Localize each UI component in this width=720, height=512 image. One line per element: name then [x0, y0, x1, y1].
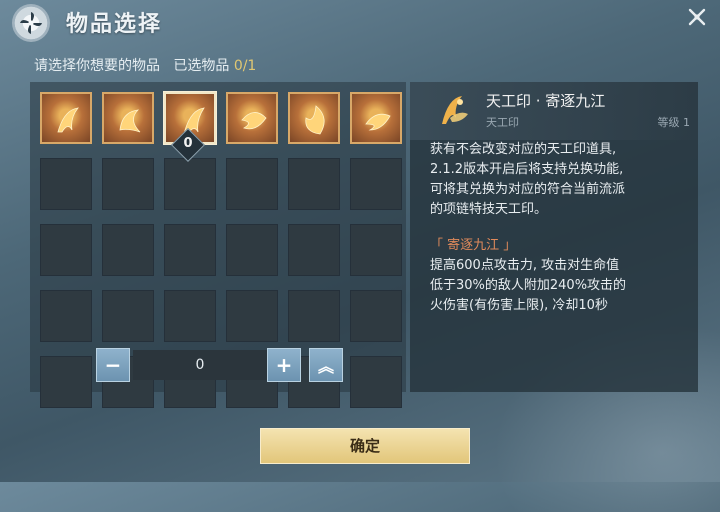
empty-slot[interactable]: [102, 290, 154, 342]
rune-item-1[interactable]: [40, 92, 92, 144]
empty-slot[interactable]: [164, 158, 216, 210]
empty-slot[interactable]: [226, 224, 278, 276]
rune-icon: [365, 113, 391, 131]
selected-count: 0/1: [233, 58, 257, 74]
increase-button[interactable]: +: [267, 348, 301, 382]
empty-slot[interactable]: [102, 224, 154, 276]
effect-line: 火伤害(有伤害上限), 冷却10秒: [430, 298, 608, 313]
double-chevron-up-icon: ︽: [317, 357, 334, 376]
empty-slot[interactable]: [40, 290, 92, 342]
selection-hint: 请选择你想要的物品 已选物品 0/1: [34, 55, 256, 75]
empty-slot[interactable]: [164, 290, 216, 342]
empty-slot[interactable]: [40, 158, 92, 210]
dialog-header: 物品选择: [0, 0, 720, 48]
rune-item-5[interactable]: [288, 92, 340, 144]
empty-slot[interactable]: [350, 224, 402, 276]
description-line: 2.1.2版本开启后将支持兑换功能,: [430, 162, 624, 177]
empty-slot[interactable]: [40, 224, 92, 276]
rune-detail-icon: [442, 96, 468, 124]
close-x-icon: [688, 8, 706, 26]
empty-slot[interactable]: [288, 158, 340, 210]
empty-slot[interactable]: [164, 224, 216, 276]
close-button[interactable]: [682, 2, 712, 32]
empty-slot[interactable]: [102, 158, 154, 210]
empty-slot[interactable]: [350, 158, 402, 210]
selected-count-badge-text: 0: [183, 136, 193, 151]
description-line: 获有不会改变对应的天工印道具,: [430, 142, 617, 157]
empty-slot[interactable]: [40, 356, 92, 408]
max-quantity-button[interactable]: ︽: [309, 348, 343, 382]
confirm-button[interactable]: 确定: [260, 428, 470, 464]
empty-slot[interactable]: [226, 158, 278, 210]
rune-icon: [305, 105, 325, 135]
empty-slot[interactable]: [288, 290, 340, 342]
detail-item-name: 天工印 · 寄逐九江: [486, 92, 606, 110]
detail-item-level: 等级 1: [657, 116, 691, 129]
item-detail-panel: 天工印 · 寄逐九江 天工印 等级 1 获有不会改变对应的天工印道具, 2.1.…: [410, 82, 698, 392]
effect-line: 提高600点攻击力, 攻击对生命值: [430, 258, 620, 273]
empty-slot[interactable]: [288, 224, 340, 276]
detail-header: 天工印 · 寄逐九江 天工印 等级 1: [410, 82, 698, 140]
description-line: 的项链特技天工印。: [430, 202, 548, 217]
rune-item-4[interactable]: [226, 92, 278, 144]
selection-prompt: 请选择你想要的物品: [34, 58, 160, 74]
empty-slot[interactable]: [350, 290, 402, 342]
minus-icon: −: [104, 353, 122, 377]
rune-item-6[interactable]: [350, 92, 402, 144]
plus-icon: +: [275, 353, 293, 377]
description-line: 可将其兑换为对应的符合当前流派: [430, 182, 626, 197]
rune-icon: [119, 109, 141, 133]
detail-item-type: 天工印: [486, 116, 519, 129]
detail-description[interactable]: 获有不会改变对应的天工印道具, 2.1.2版本开启后将支持兑换功能, 可将其兑换…: [430, 140, 692, 390]
item-grid-panel: [30, 82, 406, 408]
rune-icon: [241, 112, 267, 130]
rune-item-2[interactable]: [102, 92, 154, 144]
empty-slot[interactable]: [226, 290, 278, 342]
quantity-field[interactable]: 0: [133, 350, 267, 380]
effect-line: 低于30%的敌人附加240%攻击的: [430, 278, 627, 293]
empty-slot[interactable]: [350, 356, 402, 408]
dialog-title: 物品选择: [66, 12, 163, 37]
selected-label: 已选物品: [173, 58, 230, 74]
decrease-button[interactable]: −: [96, 348, 130, 382]
rune-icon: [57, 107, 79, 133]
pinwheel-logo-icon: [12, 4, 50, 42]
effect-title: 「 寄逐九江 」: [430, 238, 517, 253]
